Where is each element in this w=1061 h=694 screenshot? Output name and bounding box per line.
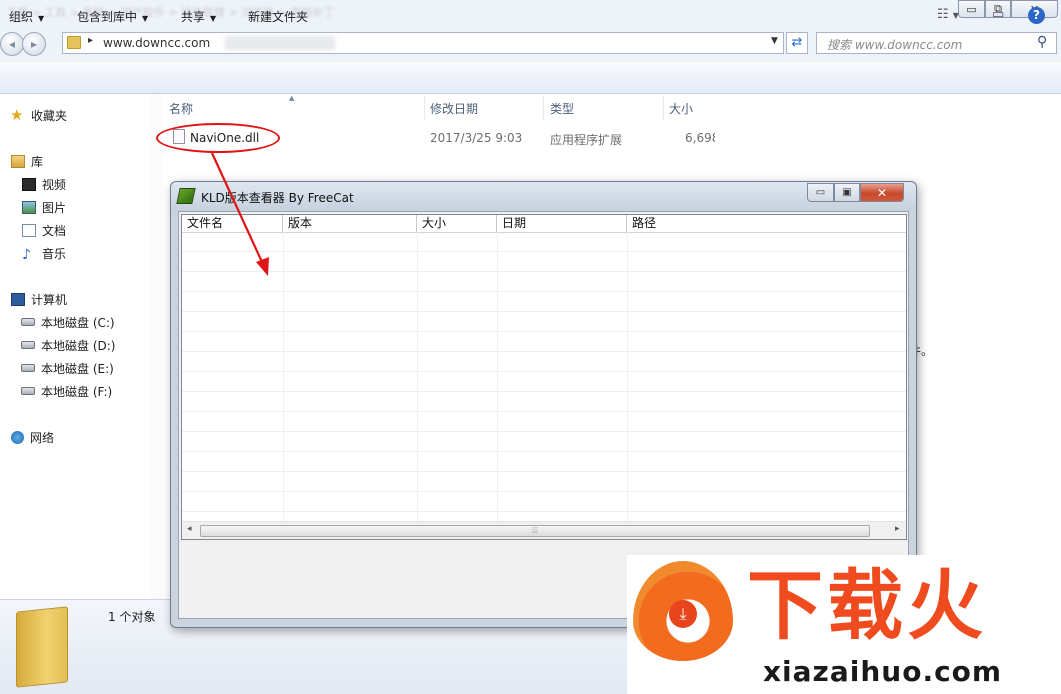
watermark-brand: 下载火 <box>747 561 987 650</box>
download-icon: ⤓ <box>669 600 697 628</box>
watermark-url: xiazaihuo.com <box>763 655 1003 688</box>
watermark: ⤓ 下载火 xiazaihuo.com <box>627 555 1061 694</box>
